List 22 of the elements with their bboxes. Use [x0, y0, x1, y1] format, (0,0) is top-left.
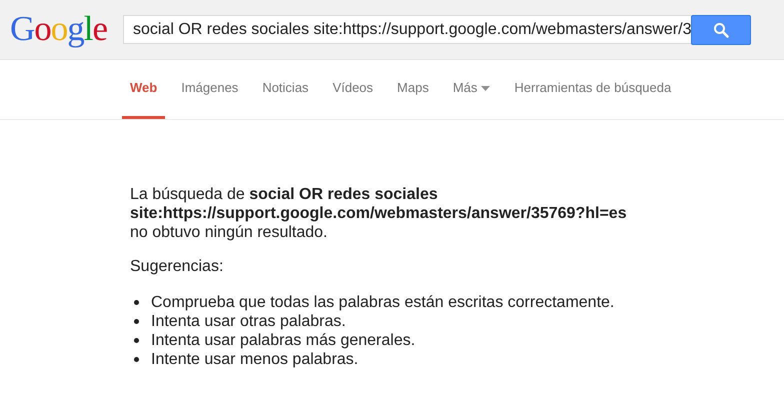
tab[interactable]: Imágenes [173, 60, 246, 119]
search-tools-button[interactable]: Herramientas de búsqueda [506, 60, 680, 119]
tab[interactable]: Noticias [254, 60, 317, 119]
more-menu[interactable]: Más [444, 60, 498, 119]
no-results-message: La búsqueda de social OR redes sociales site:https://support.google.com/webmasters/answer/35769?hl=es no obtuvo ningún resultado. [130, 185, 628, 242]
suggestion-text: Comprueba que todas las palabras están escritas correctamente. [151, 293, 614, 312]
tab[interactable]: Maps [389, 60, 437, 119]
google-logo[interactable]: Google [10, 6, 105, 52]
search-icon [713, 22, 729, 38]
bullet-icon [134, 300, 139, 305]
suggestion-text: Intenta usar otras palabras. [151, 312, 346, 331]
suggestions-heading: Sugerencias: [130, 257, 224, 276]
caret-icon [481, 86, 490, 90]
tab[interactable]: Vídeos [324, 60, 382, 119]
bullet-icon [134, 319, 139, 324]
tab[interactable]: Web [122, 60, 166, 119]
suggestion-text: Intenta usar palabras más generales. [151, 331, 416, 350]
suggestion-text: Intente usar menos palabras. [151, 350, 358, 369]
search-button[interactable] [691, 14, 751, 44]
search-field[interactable]: social OR redes sociales site:https://support.google.com/webmasters/answer/3 [123, 15, 691, 44]
bullet-icon [134, 338, 139, 343]
bullet-icon [134, 357, 139, 362]
